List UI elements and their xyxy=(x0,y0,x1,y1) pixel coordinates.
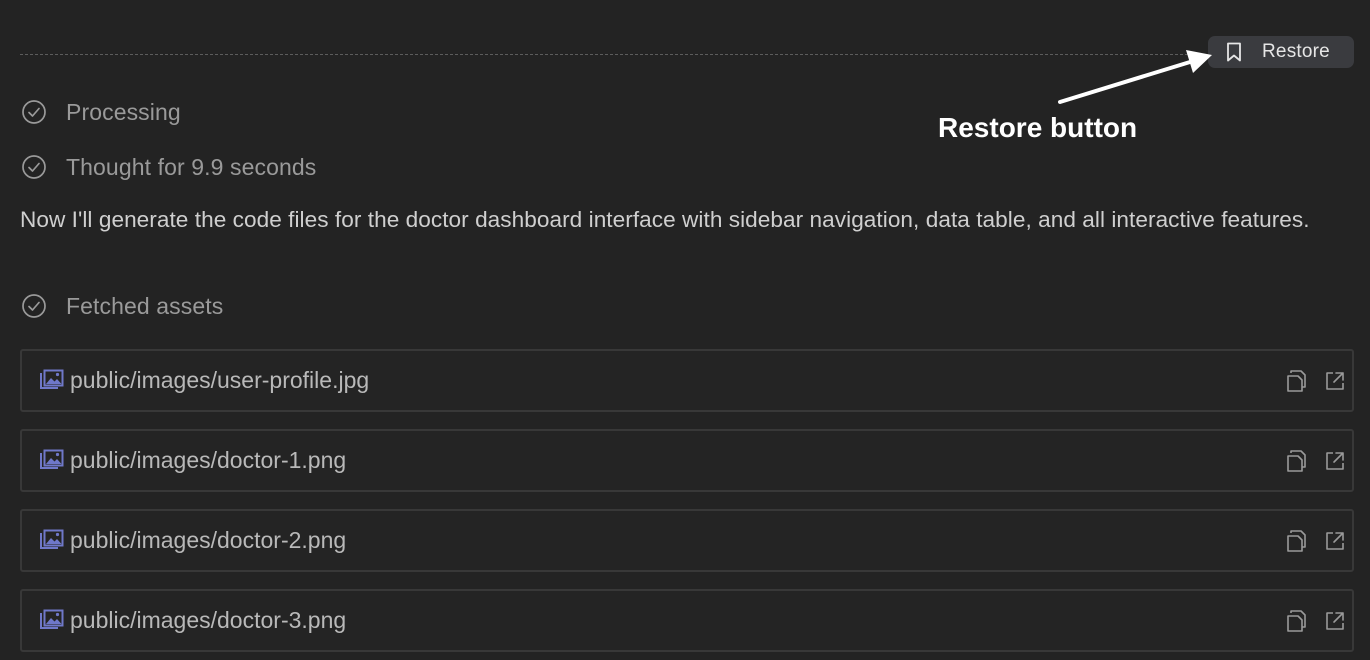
check-circle-icon xyxy=(20,292,48,320)
restore-button-label: Restore xyxy=(1262,41,1330,62)
step-fetched-assets: Fetched assets xyxy=(20,290,223,322)
image-icon xyxy=(38,529,64,558)
copy-icon[interactable] xyxy=(1286,369,1308,398)
image-icon xyxy=(38,609,64,638)
restore-button[interactable]: Restore xyxy=(1208,36,1354,68)
open-external-icon[interactable] xyxy=(1324,530,1346,557)
assistant-message: Now I'll generate the code files for the… xyxy=(20,207,1310,232)
bookmark-icon xyxy=(1226,42,1242,62)
check-circle-icon xyxy=(20,98,48,126)
step-label: Fetched assets xyxy=(66,292,224,319)
copy-icon[interactable] xyxy=(1286,609,1308,638)
checkpoint-divider xyxy=(20,54,1208,55)
asset-row[interactable]: public/images/doctor-2.png xyxy=(20,509,1354,572)
open-external-icon[interactable] xyxy=(1324,610,1346,637)
asset-path: public/images/doctor-2.png xyxy=(70,527,347,553)
asset-row[interactable]: public/images/doctor-1.png xyxy=(20,429,1354,492)
chat-panel: Restore Restore button Processing Though… xyxy=(0,0,1370,660)
step-label: Thought for 9.9 seconds xyxy=(66,153,317,180)
asset-path: public/images/doctor-3.png xyxy=(70,607,347,633)
step-label: Processing xyxy=(66,98,181,125)
copy-icon[interactable] xyxy=(1286,449,1308,478)
image-icon xyxy=(38,449,64,478)
asset-row[interactable]: public/images/doctor-3.png xyxy=(20,589,1354,652)
step-processing: Processing xyxy=(20,96,181,128)
image-icon xyxy=(38,369,64,398)
open-external-icon[interactable] xyxy=(1324,450,1346,477)
step-thought: Thought for 9.9 seconds xyxy=(20,151,316,183)
copy-icon[interactable] xyxy=(1286,529,1308,558)
open-external-icon[interactable] xyxy=(1324,370,1346,397)
annotation-label: Restore button xyxy=(938,112,1138,143)
check-circle-icon xyxy=(20,153,48,181)
asset-path: public/images/user-profile.jpg xyxy=(70,367,370,393)
asset-path: public/images/doctor-1.png xyxy=(70,447,347,473)
asset-row[interactable]: public/images/user-profile.jpg xyxy=(20,349,1354,412)
